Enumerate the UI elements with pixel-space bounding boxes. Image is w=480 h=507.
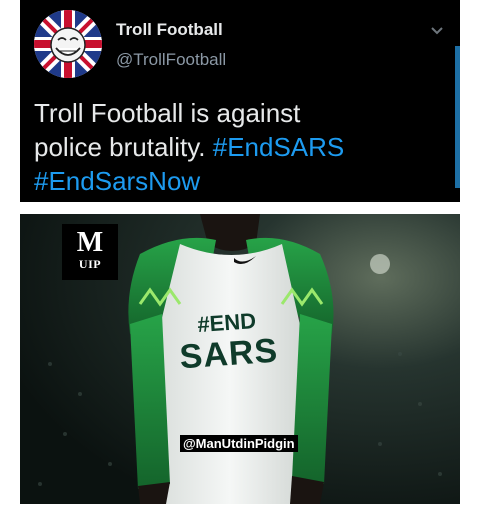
hashtag-link-endsars[interactable]: #EndSARS xyxy=(213,132,345,162)
shirt-slogan: #END SARS xyxy=(176,307,280,376)
chevron-down-icon[interactable] xyxy=(430,26,444,36)
tweet-text-line2: police brutality. xyxy=(34,132,206,162)
hashtag-link-endsarsnow[interactable]: #EndSarsNow xyxy=(34,166,200,196)
logo-text: UIP xyxy=(78,257,102,271)
shirt-slogan-line2: SARS xyxy=(178,331,280,377)
user-handle[interactable]: @TrollFootball xyxy=(116,50,226,70)
avatar[interactable] xyxy=(34,10,102,78)
troll-face-union-jack-avatar-icon xyxy=(34,10,102,78)
scrollbar[interactable] xyxy=(455,46,460,188)
image-watermark: @ManUtdinPidgin xyxy=(180,435,298,452)
tweet-image[interactable]: M UIP #END SARS @ManUtdinPidgin xyxy=(20,214,460,504)
uip-logo: M UIP xyxy=(62,224,118,280)
logo-letter: M xyxy=(76,227,104,258)
tweet-text-line1: Troll Football is against xyxy=(34,98,301,128)
display-name[interactable]: Troll Football xyxy=(116,20,223,40)
tweet-text: Troll Football is against police brutali… xyxy=(34,96,434,198)
tweet-card[interactable]: Troll Football @TrollFootball Troll Foot… xyxy=(20,0,460,202)
